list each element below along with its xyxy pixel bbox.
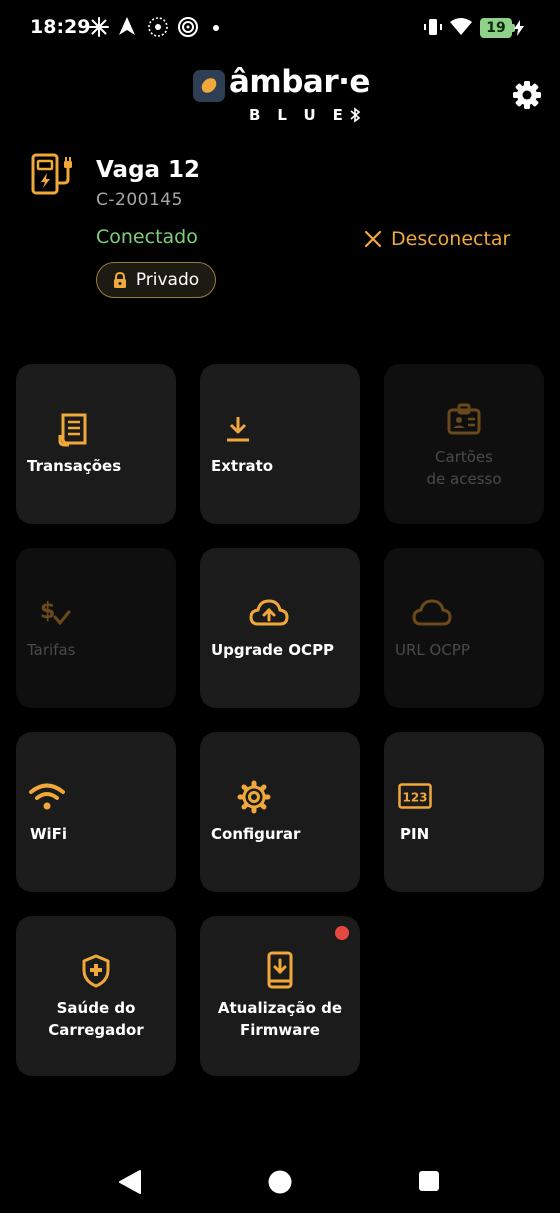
id-card-icon: [447, 403, 481, 435]
tile-label: Configurar: [211, 825, 301, 843]
access-cards-tile[interactable]: Cartões de acesso: [384, 364, 544, 524]
battery-indicator: 19: [480, 18, 512, 38]
tile-label: URL OCPP: [395, 641, 470, 659]
phone-download-icon: [267, 951, 293, 989]
tile-label: WiFi: [30, 825, 68, 843]
private-badge: Privado: [96, 262, 216, 298]
tile-label: Extrato: [211, 457, 274, 475]
lock-icon: [113, 271, 126, 288]
close-icon: [364, 230, 382, 248]
url-ocpp-tile[interactable]: URL OCPP: [384, 548, 544, 708]
wifi-icon: [29, 783, 65, 810]
back-icon[interactable]: [118, 1169, 142, 1195]
system-navigation-bar: [0, 1140, 560, 1213]
charging-bolt-icon: [514, 20, 524, 36]
charger-id: C-200145: [96, 190, 183, 210]
configure-tile[interactable]: Configurar: [200, 732, 360, 892]
status-time: 18:29: [30, 16, 91, 38]
dot-icon: [213, 25, 219, 31]
pin-123-icon: 123: [398, 783, 432, 809]
nfc-dotted-icon: [148, 17, 168, 37]
pinwheel-icon: [89, 17, 109, 37]
upgrade-ocpp-tile[interactable]: Upgrade OCPP: [200, 548, 360, 708]
notification-dot: [335, 926, 349, 940]
tile-label: Saúde do Carregador: [48, 999, 144, 1039]
disconnect-button[interactable]: Desconectar: [364, 226, 510, 252]
cloud-icon: [412, 599, 452, 626]
gear-icon: [237, 780, 271, 814]
navigation-arrow-icon: [119, 17, 135, 35]
firmware-update-tile[interactable]: Atualização de Firmware: [200, 916, 360, 1076]
tile-label: Cartões de acesso: [426, 448, 502, 488]
tile-label: Atualização de Firmware: [217, 999, 343, 1039]
shield-plus-icon: [82, 954, 110, 988]
settings-button[interactable]: [511, 79, 543, 111]
app-logo: âmbar·e BLUE: [193, 64, 370, 126]
brand-subtitle: BLUE: [249, 106, 360, 124]
wifi-tile[interactable]: WiFi: [16, 732, 176, 892]
brand-name: âmbar·e: [229, 64, 370, 100]
bluetooth-icon: [350, 107, 361, 123]
download-icon: [227, 417, 249, 442]
recents-icon[interactable]: [418, 1170, 440, 1192]
svg-text:123: 123: [402, 791, 427, 805]
vibrate-icon: [424, 19, 442, 35]
home-icon[interactable]: [267, 1169, 293, 1195]
connection-status: Conectado: [96, 226, 198, 248]
transactions-tile[interactable]: Transações: [16, 364, 176, 524]
tile-label: Upgrade OCPP: [211, 641, 335, 659]
charger-name: Vaga 12: [96, 157, 201, 183]
wifi-icon: [450, 18, 472, 35]
svg-text:$: $: [40, 599, 55, 624]
status-bar: 18:29 19: [0, 0, 560, 56]
tile-label: Transações: [27, 457, 122, 475]
logo-badge-icon: [193, 70, 225, 102]
receipt-icon: [58, 413, 87, 447]
spiral-icon: [178, 17, 198, 37]
charger-health-tile[interactable]: Saúde do Carregador: [16, 916, 176, 1076]
disconnect-label: Desconectar: [391, 228, 511, 250]
ev-charger-icon: [31, 153, 72, 195]
tile-label: PIN: [400, 825, 430, 843]
dollar-check-icon: $: [40, 599, 71, 626]
tile-label: Tarifas: [27, 641, 76, 659]
pin-tile[interactable]: 123 PIN: [384, 732, 544, 892]
statement-tile[interactable]: Extrato: [200, 364, 360, 524]
private-label: Privado: [135, 270, 200, 290]
tariffs-tile[interactable]: $ Tarifas: [16, 548, 176, 708]
cloud-upload-icon: [249, 599, 289, 626]
